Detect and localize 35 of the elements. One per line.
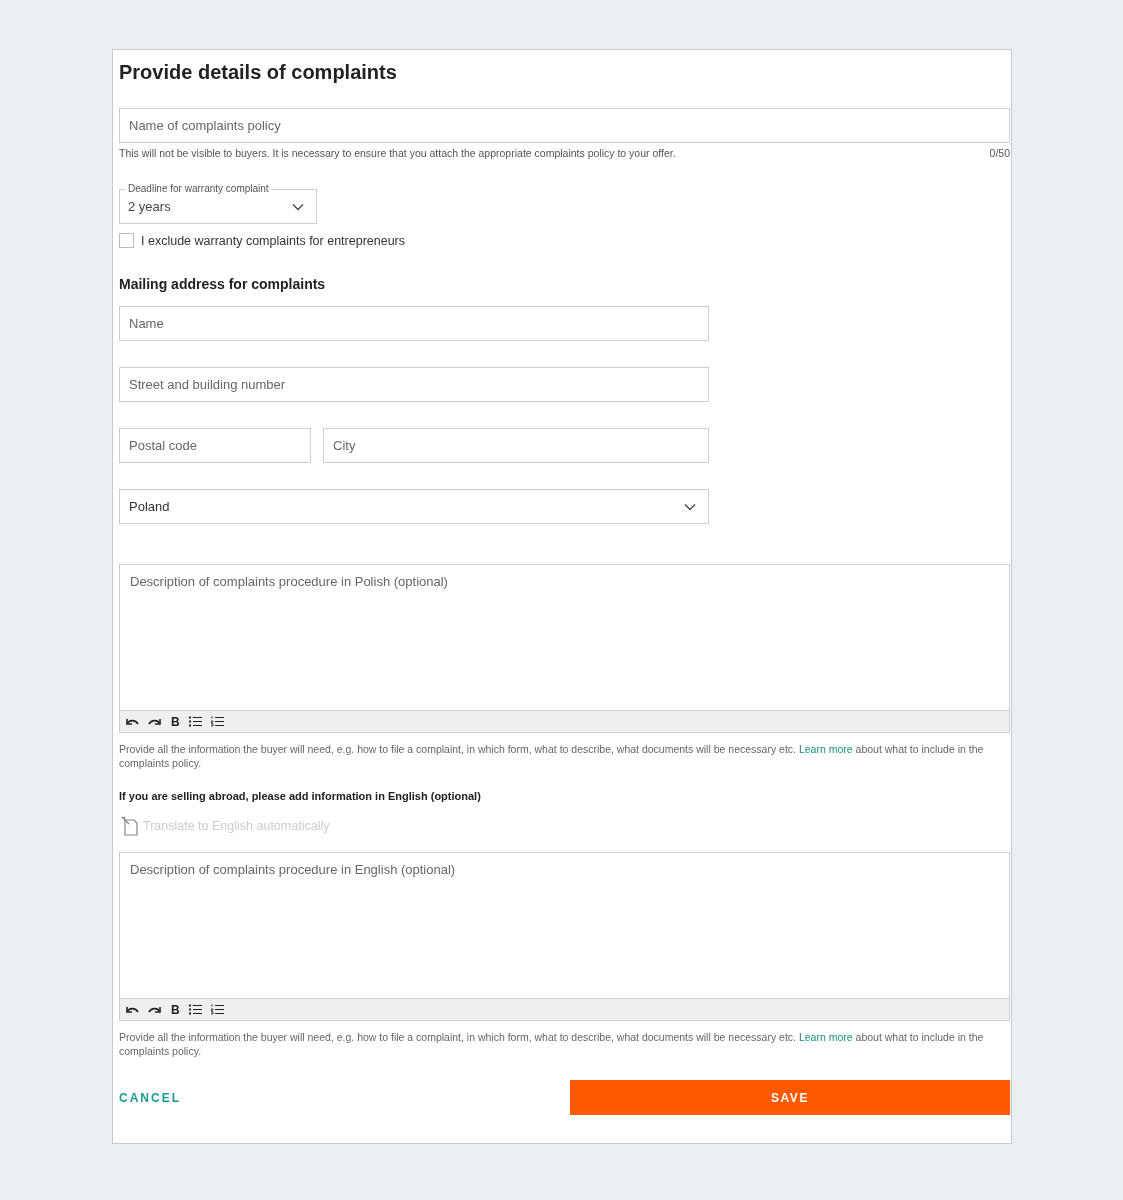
exclude-checkbox[interactable]: [119, 233, 134, 248]
abroad-note: If you are selling abroad, please add information in English (optional): [119, 790, 481, 802]
checkbox-label: I exclude warranty complaints for entrepreneurs: [141, 233, 405, 248]
redo-icon[interactable]: [148, 1004, 162, 1015]
undo-icon[interactable]: [125, 1004, 139, 1015]
rich-text-editor[interactable]: Description of complaints procedure in Polish (optional) B: [119, 564, 1010, 733]
bullet-list-icon[interactable]: [188, 1004, 202, 1015]
learn-more-link[interactable]: Learn more: [798, 743, 853, 755]
city-field[interactable]: City: [323, 428, 709, 463]
character-counter: 0/50: [989, 147, 1010, 159]
policy-name-field[interactable]: Name of complaints policy: [119, 108, 1010, 143]
help-text: Provide all the information the buyer will need, e.g. how to file a complaint, in which form, what to describe, what documents will be necessary etc. Learn more about what to include in the complaints policy.: [119, 1030, 985, 1058]
postal-code-field[interactable]: Postal code: [119, 428, 311, 463]
document-pen-icon: [121, 816, 139, 836]
bullet-list-icon[interactable]: [188, 716, 202, 727]
deadline-value: 2 years: [128, 199, 171, 214]
deadline-label: Deadline for warranty complaint: [126, 183, 271, 194]
chevron-down-icon: [292, 202, 304, 211]
numbered-list-icon[interactable]: [210, 716, 224, 727]
dialog-title: Provide details of complaints: [119, 60, 398, 84]
bold-button[interactable]: B: [171, 1002, 180, 1017]
undo-icon[interactable]: [125, 716, 139, 727]
section-heading: Mailing address for complaints: [119, 276, 327, 292]
hint-text: This will not be visible to buyers. It is necessary to ensure that you attach the appropriate complaints policy to your offer.: [119, 147, 676, 159]
redo-icon[interactable]: [148, 716, 162, 727]
numbered-list-icon[interactable]: [210, 1004, 224, 1015]
chevron-down-icon: [684, 502, 696, 511]
street-field[interactable]: Street and building number: [119, 367, 709, 402]
name-field[interactable]: Name: [119, 306, 709, 341]
country-select[interactable]: Poland: [119, 489, 709, 524]
learn-more-link[interactable]: Learn more: [798, 1031, 853, 1043]
rich-text-editor[interactable]: Description of complaints procedure in English (optional) B: [119, 852, 1010, 1021]
country-value: Poland: [129, 499, 170, 514]
bold-button[interactable]: B: [171, 714, 180, 729]
help-text: Provide all the information the buyer will need, e.g. how to file a complaint, in which form, what to describe, what documents will be necessary etc. Learn more about what to include in the complaints policy.: [119, 742, 985, 770]
